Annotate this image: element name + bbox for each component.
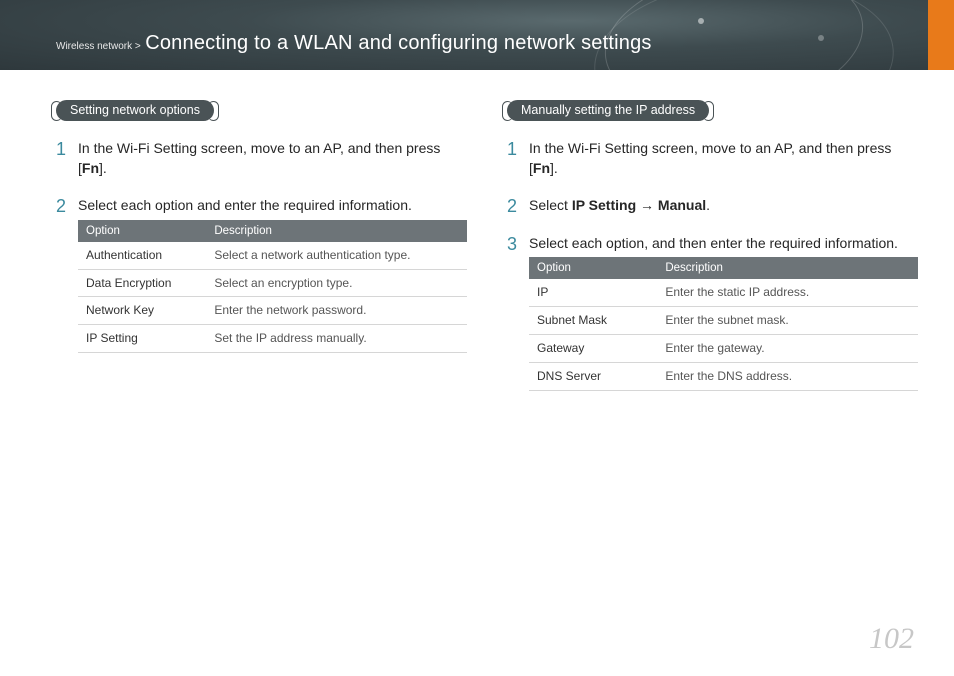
- step-item: In the Wi-Fi Setting screen, move to an …: [507, 139, 918, 178]
- arrow-text: →: [636, 197, 658, 213]
- table-row: DNS ServerEnter the DNS address.: [529, 362, 918, 390]
- option-name: Gateway: [529, 335, 657, 363]
- steps-list: In the Wi-Fi Setting screen, move to an …: [56, 139, 467, 353]
- table-header: Description: [657, 257, 918, 279]
- option-name: Network Key: [78, 297, 206, 325]
- column-right: Manually setting the IP address In the W…: [507, 100, 918, 409]
- table-row: IP SettingSet the IP address manually.: [78, 325, 467, 353]
- table-header: Option: [529, 257, 657, 279]
- step-text: .: [706, 197, 710, 213]
- step-text: ].: [99, 160, 107, 176]
- table-header: Description: [206, 220, 467, 242]
- step-text: Select each option, and then enter the r…: [529, 235, 898, 251]
- step-item: Select each option, and then enter the r…: [507, 234, 918, 391]
- column-left: Setting network options In the Wi-Fi Set…: [56, 100, 467, 409]
- step-item: In the Wi-Fi Setting screen, move to an …: [56, 139, 467, 178]
- option-name: Data Encryption: [78, 269, 206, 297]
- table-row: AuthenticationSelect a network authentic…: [78, 242, 467, 269]
- fn-key: Fn: [82, 160, 99, 176]
- bold-label: IP Setting: [572, 197, 636, 213]
- step-text: Select: [529, 197, 572, 213]
- step-item: Select each option and enter the require…: [56, 196, 467, 353]
- step-text: ].: [550, 160, 558, 176]
- breadcrumb-title: Connecting to a WLAN and configuring net…: [145, 32, 651, 54]
- step-text: Select each option and enter the require…: [78, 197, 412, 213]
- page-number: 102: [869, 622, 914, 656]
- option-name: Subnet Mask: [529, 307, 657, 335]
- table-header-row: Option Description: [78, 220, 467, 242]
- section-heading-pill: Manually setting the IP address: [507, 100, 709, 121]
- table-header: Option: [78, 220, 206, 242]
- option-desc: Set the IP address manually.: [206, 325, 467, 353]
- step-text: In the Wi-Fi Setting screen, move to an …: [529, 140, 891, 176]
- table-header-row: Option Description: [529, 257, 918, 279]
- decorative-dot: [698, 18, 704, 24]
- option-name: Authentication: [78, 242, 206, 269]
- options-table: Option Description AuthenticationSelect …: [78, 220, 467, 353]
- step-item: Select IP Setting → Manual.: [507, 196, 918, 216]
- fn-key: Fn: [533, 160, 550, 176]
- section-heading-pill: Setting network options: [56, 100, 214, 121]
- option-name: DNS Server: [529, 362, 657, 390]
- table-row: GatewayEnter the gateway.: [529, 335, 918, 363]
- option-name: IP Setting: [78, 325, 206, 353]
- option-desc: Select a network authentication type.: [206, 242, 467, 269]
- page-header: Wireless network > Connecting to a WLAN …: [0, 0, 954, 70]
- options-table: Option Description IPEnter the static IP…: [529, 257, 918, 390]
- option-desc: Select an encryption type.: [206, 269, 467, 297]
- content-area: Setting network options In the Wi-Fi Set…: [0, 70, 954, 409]
- table-row: Data EncryptionSelect an encryption type…: [78, 269, 467, 297]
- table-row: IPEnter the static IP address.: [529, 279, 918, 306]
- breadcrumb-section: Wireless network >: [56, 41, 141, 52]
- bold-label: Manual: [658, 197, 706, 213]
- option-name: IP: [529, 279, 657, 306]
- table-row: Network KeyEnter the network password.: [78, 297, 467, 325]
- decorative-dot: [818, 35, 824, 41]
- table-row: Subnet MaskEnter the subnet mask.: [529, 307, 918, 335]
- option-desc: Enter the gateway.: [657, 335, 918, 363]
- steps-list: In the Wi-Fi Setting screen, move to an …: [507, 139, 918, 391]
- option-desc: Enter the network password.: [206, 297, 467, 325]
- step-text: In the Wi-Fi Setting screen, move to an …: [78, 140, 440, 176]
- option-desc: Enter the static IP address.: [657, 279, 918, 306]
- option-desc: Enter the DNS address.: [657, 362, 918, 390]
- option-desc: Enter the subnet mask.: [657, 307, 918, 335]
